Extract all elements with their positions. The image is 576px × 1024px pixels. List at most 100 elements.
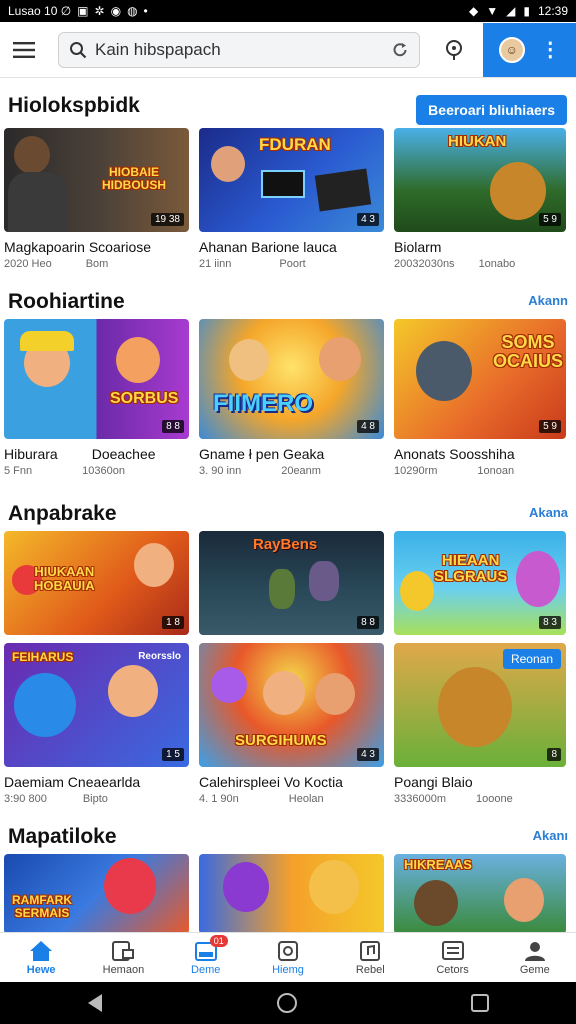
bear-figure xyxy=(414,880,458,926)
nav-item-videos[interactable]: Hemaon xyxy=(82,933,164,982)
thumbnail[interactable]: SOMS OCAIUS 5 9 xyxy=(394,319,566,439)
card-title[interactable]: Calehirspleei Vo Koctia xyxy=(199,774,384,790)
nav-label: Hemaon xyxy=(102,963,145,976)
wifi-icon: ▼ xyxy=(486,4,499,18)
character-figure xyxy=(400,571,434,611)
video-card[interactable]: SORBUS 8 8 Hiburara Doeachee 5 Fnn 10360on xyxy=(4,319,189,477)
video-card[interactable]: HIEAAN SLGRAUS 8 3 xyxy=(394,531,566,635)
character-figure xyxy=(309,561,339,601)
nav-item-home[interactable]: Hewe xyxy=(0,933,82,982)
video-card[interactable]: HIKREAAS xyxy=(394,854,566,932)
nav-label: Hewe xyxy=(26,963,56,976)
thumbnail[interactable]: FDURAN 4 3 xyxy=(199,128,384,232)
nav-item-library[interactable]: 01 Deme xyxy=(165,933,247,982)
corner-tag: Reorsslo xyxy=(138,651,181,662)
card-title[interactable]: Hiburara Doeachee xyxy=(4,446,189,462)
video-card[interactable]: HIUKAN 5 9 Biolarm 20032030ns 1onabo xyxy=(394,128,566,270)
card-meta: 3:90 800 Bipto xyxy=(4,793,189,805)
card-title[interactable]: Anonats Soosshiha xyxy=(394,446,566,462)
video-card[interactable]: RAMFARK SERMAIS xyxy=(4,854,189,932)
duration-badge: 1 5 xyxy=(162,748,184,761)
thumbnail[interactable]: RAMFARK SERMAIS xyxy=(4,854,189,932)
video-card[interactable]: SURGIHUMS 4 3 Calehirspleei Vo Koctia 4.… xyxy=(199,643,384,805)
status-bar: Lusao 10 ∅ ▣ ✲ ◉ ◍ • ◆ ▼ ◢ ▮ 12:39 xyxy=(0,0,576,22)
video-card[interactable]: FIIMERO 4 8 Gname ł pen Geaka 3. 90 inn 2… xyxy=(199,319,384,477)
thumbnail-title-art: HIEAAN SLGRAUS xyxy=(434,552,508,585)
video-card[interactable]: HIOBAIE HIDBOUSH 19 38 Magkapoarin Scoar… xyxy=(4,128,189,270)
nav-label: Cetors xyxy=(436,963,469,976)
location-button[interactable] xyxy=(432,28,476,72)
thumbnail[interactable]: FEIHARUS Reorsslo 1 5 xyxy=(4,643,189,767)
sync-icon: ◉ xyxy=(110,4,122,18)
see-all-link[interactable]: Akana xyxy=(529,505,568,520)
signal-icon: ◢ xyxy=(506,4,516,18)
bottom-navigation: Hewe Hemaon 01 Deme Hiemg Rebel Cetors G… xyxy=(0,932,576,982)
nav-item-music[interactable]: Rebel xyxy=(329,933,411,982)
video-card[interactable]: HIUKAAN HOBAUIA 1 8 xyxy=(4,531,189,635)
card-title-part: Hiburara xyxy=(4,446,58,462)
thumbnail[interactable]: HIOBAIE HIDBOUSH 19 38 xyxy=(4,128,189,232)
main-content: Hiolokspbidk Beeroari bliuhiaers HIOBAIE… xyxy=(0,79,576,932)
character-figure xyxy=(104,858,156,914)
profile-area: ☺ ⋮ xyxy=(483,22,576,77)
character-figure xyxy=(309,860,359,914)
video-card[interactable]: SOMS OCAIUS 5 9 Anonats Soosshiha 10290r… xyxy=(394,319,566,477)
video-icon xyxy=(112,940,135,961)
thumbnail[interactable]: FIIMERO 4 8 xyxy=(199,319,384,439)
see-all-link[interactable]: Akann xyxy=(528,293,568,308)
more-options-icon[interactable]: ⋮ xyxy=(540,40,560,60)
card-title[interactable]: Daemiam Cneaearlda xyxy=(4,774,189,790)
video-card[interactable]: Reonan 8 Poangi Blaio 3336000m 1ooone xyxy=(394,643,566,805)
nav-item-news[interactable]: Cetors xyxy=(411,933,493,982)
thumbnail-title-art: FDURAN xyxy=(259,135,331,154)
meta-channel: Bipto xyxy=(82,793,108,805)
status-carrier-text: Lusao 10 ∅ xyxy=(8,4,72,18)
meta-channel: Poort xyxy=(279,258,306,270)
back-icon[interactable] xyxy=(86,993,104,1013)
thumbnail[interactable]: HIKREAAS xyxy=(394,854,566,932)
pin-icon xyxy=(446,39,462,60)
section-title: Hiolokspbidk xyxy=(8,94,140,117)
character-figure xyxy=(14,673,76,737)
nav-item-games[interactable]: Hiemg xyxy=(247,933,329,982)
thumbnail[interactable]: RayBens 8 8 xyxy=(199,531,384,635)
thumbnail[interactable]: SURGIHUMS 4 3 xyxy=(199,643,384,767)
thumbnail-title-art: SURGIHUMS xyxy=(235,732,327,749)
meta-channel: 10360on xyxy=(82,465,125,477)
meta-date: 3. 90 inn xyxy=(199,465,242,477)
avatar[interactable]: ☺ xyxy=(498,36,525,63)
thumbnail-title-art: SORBUS xyxy=(110,390,179,407)
see-all-link[interactable]: Akanı xyxy=(533,828,568,843)
video-card[interactable] xyxy=(199,854,384,932)
card-title[interactable]: Magkapoarin Scoariose xyxy=(4,239,189,255)
profile-icon xyxy=(524,941,545,961)
video-card[interactable]: FDURAN 4 3 Ahanan Barione lauca 21 iinn P… xyxy=(199,128,384,270)
browse-button[interactable]: Beeroari bliuhiaers xyxy=(416,95,567,125)
recents-icon[interactable] xyxy=(470,993,490,1013)
menu-button[interactable] xyxy=(2,28,46,72)
meta-channel: 1onabo xyxy=(478,258,516,270)
thumbnail[interactable]: HIUKAAN HOBAUIA 1 8 xyxy=(4,531,189,635)
card-title[interactable]: Ahanan Barione lauca xyxy=(199,239,384,255)
thumbnail[interactable]: HIUKAN 5 9 xyxy=(394,128,566,232)
home-circle-icon[interactable] xyxy=(276,992,298,1014)
thumbnail[interactable] xyxy=(199,854,384,932)
video-card[interactable]: FEIHARUS Reorsslo 1 5 Daemiam Cneaearlda… xyxy=(4,643,189,805)
card-meta: 4. 1 90n Heolan xyxy=(199,793,384,805)
thumbnail[interactable]: HIEAAN SLGRAUS 8 3 xyxy=(394,531,566,635)
card-title[interactable]: Poangi Blaio xyxy=(394,774,566,790)
card-meta: 3. 90 inn 20eanm xyxy=(199,465,384,477)
card-title[interactable]: Gname ł pen Geaka xyxy=(199,446,384,462)
thumbnail[interactable]: SORBUS 8 8 xyxy=(4,319,189,439)
refresh-icon[interactable] xyxy=(391,41,409,59)
character-figure xyxy=(263,671,305,715)
nav-item-profile[interactable]: Geme xyxy=(494,933,576,982)
section-title: Mapatiloke xyxy=(8,825,117,848)
character-figure xyxy=(134,543,174,587)
video-card[interactable]: RayBens 8 8 xyxy=(199,531,384,635)
thumbnail[interactable]: Reonan 8 xyxy=(394,643,566,767)
reorder-button[interactable]: Reonan xyxy=(502,649,561,669)
search-input[interactable]: Kain hibspapach xyxy=(58,31,420,68)
character-figure xyxy=(269,569,295,609)
card-title[interactable]: Biolarm xyxy=(394,239,566,255)
